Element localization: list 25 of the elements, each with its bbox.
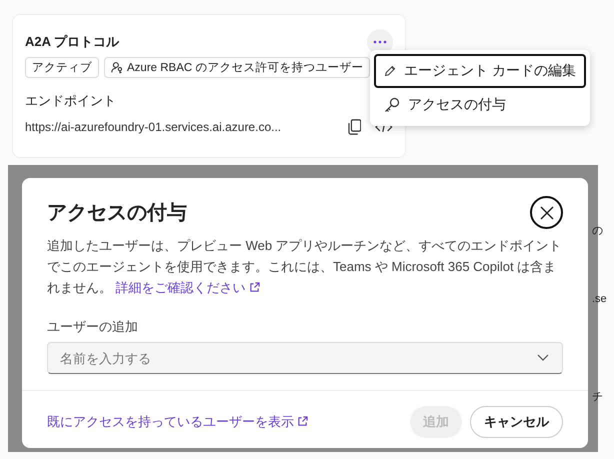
- user-combobox[interactable]: 名前を入力する: [47, 342, 563, 374]
- ellipsis-icon: [373, 40, 387, 44]
- status-badge: アクティブ: [25, 57, 99, 78]
- view-users-link[interactable]: 既にアクセスを持っているユーザーを表示: [47, 413, 308, 431]
- dialog-title: アクセスの付与: [47, 201, 187, 226]
- person-key-icon: [111, 61, 124, 74]
- endpoint-label: エンドポイント: [25, 92, 117, 110]
- dialog-description: 追加したユーザーは、プレビュー Web アプリやルーチンなど、すべてのエンドポイントでこのエージェントを使用できます。これには、Teams や Microsoft 365 Copilot は含まれません。 詳細をご確認ください: [47, 237, 563, 297]
- close-button[interactable]: [530, 196, 563, 229]
- chevron-down-icon: [537, 354, 549, 362]
- card-title: A2A プロトコル: [25, 33, 120, 51]
- pencil-icon: [384, 63, 396, 79]
- menu-item[interactable]: アクセスの付与: [374, 88, 586, 122]
- key-icon: [384, 97, 400, 113]
- external-link-icon: [248, 282, 260, 293]
- field-label: ユーザーの追加: [47, 318, 139, 336]
- status-badge: Azure RBAC のアクセス許可を持つユーザー: [104, 57, 370, 78]
- cancel-button[interactable]: キャンセル: [470, 406, 563, 438]
- menu-item[interactable]: エージェント カードの編集: [374, 54, 586, 88]
- close-icon: [540, 206, 554, 220]
- endpoint-url: https://ai-azurefoundry-01.services.ai.azure.co...: [25, 120, 282, 134]
- external-link-icon: [297, 416, 308, 427]
- copy-icon[interactable]: [348, 119, 362, 135]
- learn-more-link[interactable]: 詳細をご確認ください: [116, 280, 260, 295]
- background-text: .se: [592, 293, 607, 305]
